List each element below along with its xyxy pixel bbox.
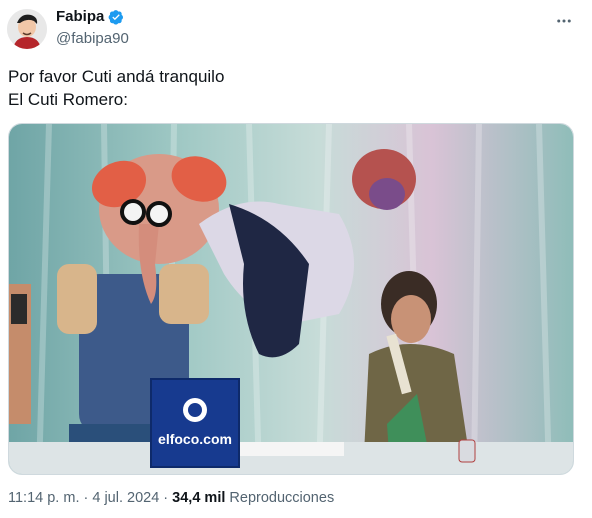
author-name[interactable]: Fabipa <box>56 8 104 25</box>
tweet-media-image[interactable]: elfoco.com <box>8 123 574 475</box>
views-label: Reproducciones <box>225 490 335 506</box>
tweet-meta: 11:14 p. m. · 4 jul. 2024 · 34,4 mil Rep… <box>8 490 334 506</box>
tweet-date[interactable]: 4 jul. 2024 <box>92 490 159 506</box>
tweet-line-1: Por favor Cuti andá tranquilo <box>8 67 225 86</box>
tweet-time[interactable]: 11:14 p. m. <box>8 490 79 506</box>
views-count[interactable]: 34,4 mil <box>172 490 225 506</box>
author-handle[interactable]: @fabipa90 <box>56 30 129 47</box>
author-name-row[interactable]: Fabipa <box>56 8 124 25</box>
avatar[interactable] <box>7 9 47 49</box>
sign-text: elfoco.com <box>158 431 232 447</box>
tweet-text: Por favor Cuti andá tranquilo El Cuti Ro… <box>8 65 224 111</box>
meta-separator-2: · <box>159 490 173 506</box>
tweet-line-2: El Cuti Romero: <box>8 90 128 109</box>
meta-separator: · <box>79 490 93 506</box>
verified-badge-icon <box>108 9 124 25</box>
more-options-icon[interactable] <box>553 10 575 32</box>
